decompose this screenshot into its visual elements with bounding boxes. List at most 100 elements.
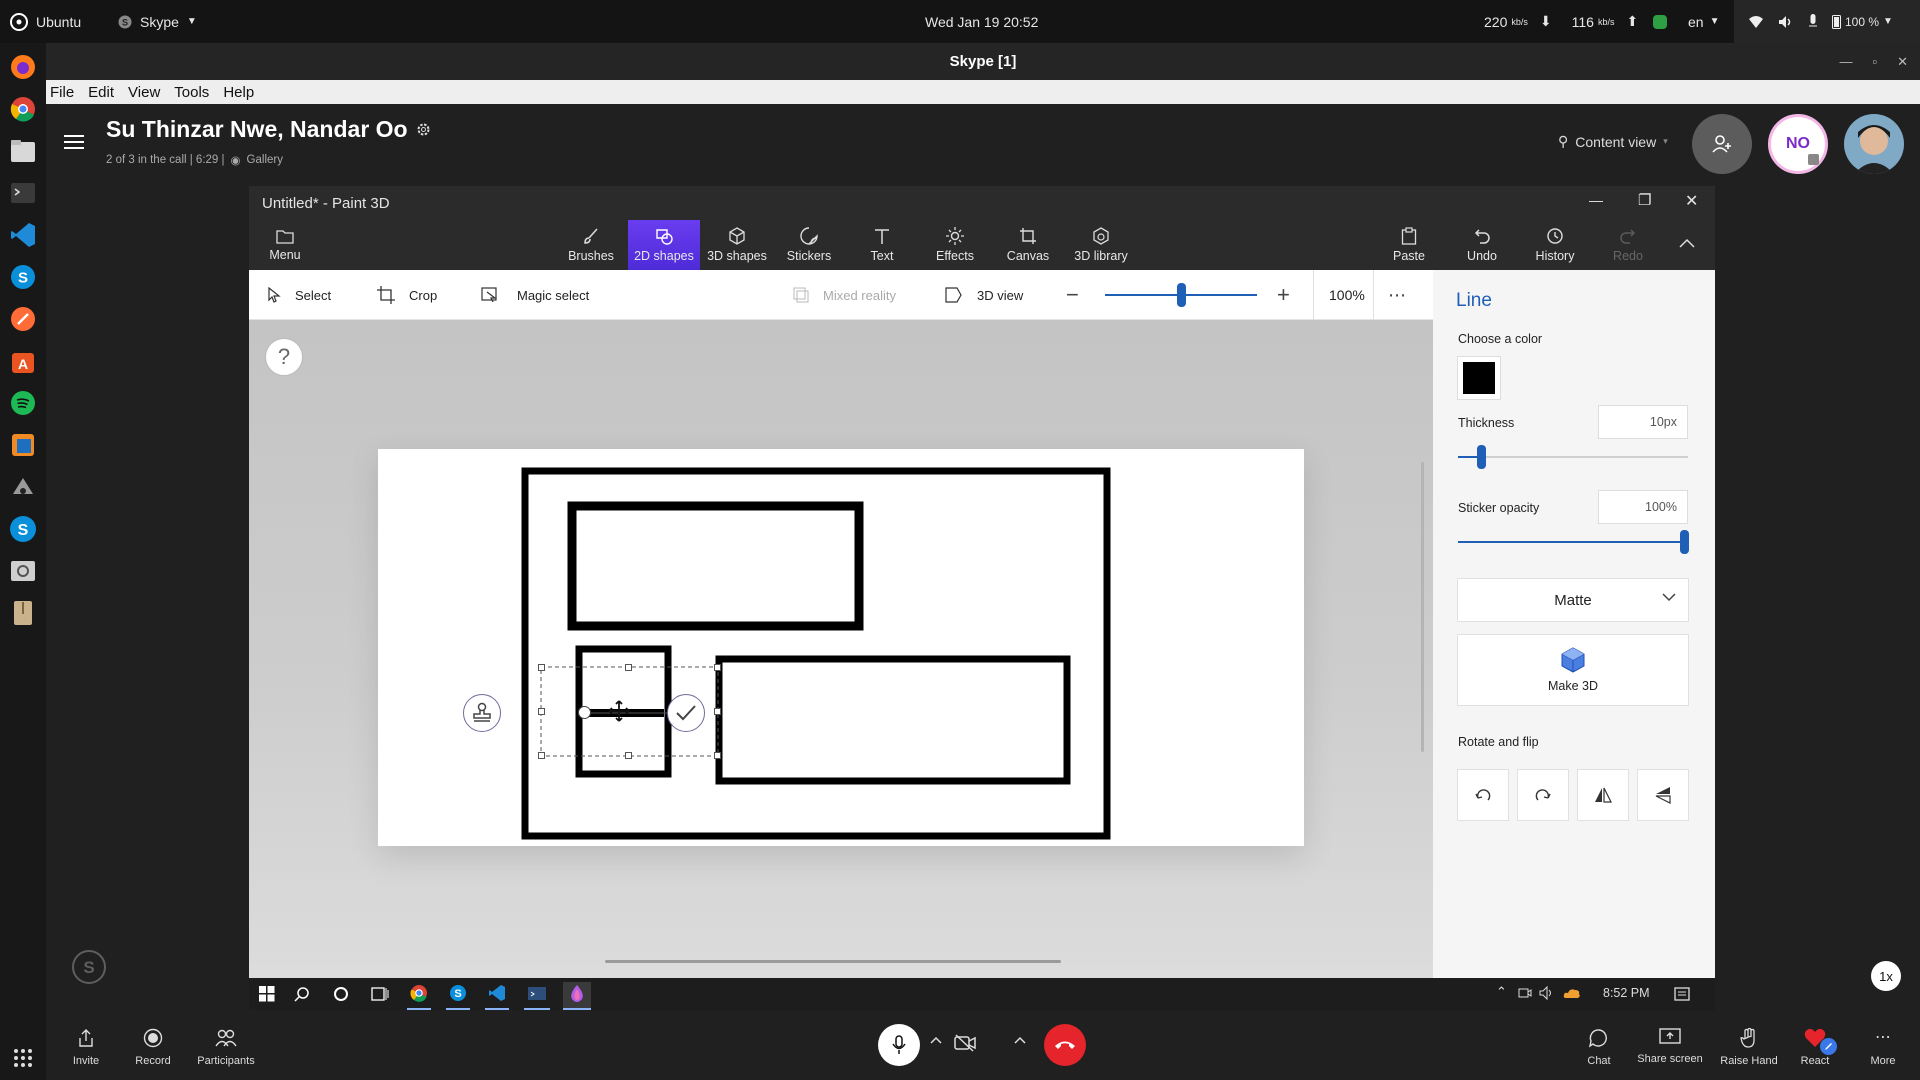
select-button[interactable]: Select (267, 270, 331, 320)
resize-handle[interactable] (538, 752, 545, 759)
vertical-scrollbar[interactable] (1421, 462, 1424, 752)
paste-button[interactable]: Paste (1373, 220, 1445, 270)
meet-now-icon[interactable] (1518, 986, 1532, 1000)
close-icon[interactable]: ✕ (1897, 54, 1908, 70)
zoom-level[interactable]: 100% (1329, 270, 1365, 320)
crop-button[interactable]: Crop (377, 270, 437, 320)
menu-edit[interactable]: Edit (88, 84, 114, 101)
postman-icon[interactable] (8, 304, 38, 334)
inkscape-icon[interactable] (8, 472, 38, 502)
help-button[interactable]: ? (265, 338, 303, 376)
menu-file[interactable]: File (50, 84, 74, 101)
tray-app-icon[interactable] (1652, 0, 1668, 43)
history-button[interactable]: History (1519, 220, 1591, 270)
resize-handle[interactable] (714, 664, 721, 671)
onedrive-icon[interactable] (1563, 987, 1581, 999)
system-menu[interactable]: 100 % ▼ (1734, 0, 1920, 43)
opacity-slider-thumb[interactable] (1680, 530, 1689, 554)
taskbar-terminal-icon[interactable] (524, 984, 550, 1010)
tool-effects[interactable]: Effects (919, 220, 991, 270)
resize-handle[interactable] (538, 708, 545, 715)
redo-button[interactable]: Redo (1592, 220, 1664, 270)
content-view-button[interactable]: ⚲ Content view ▾ (1558, 133, 1668, 150)
tool-3d-shapes[interactable]: 3D shapes (701, 220, 773, 270)
close-icon[interactable]: ✕ (1685, 191, 1698, 211)
drawing-canvas[interactable] (378, 449, 1304, 846)
vscode-icon[interactable] (8, 220, 38, 250)
notifications-icon[interactable] (1674, 986, 1690, 1002)
tool-brushes[interactable]: Brushes (555, 220, 627, 270)
terminal-icon[interactable] (8, 178, 38, 208)
zoom-slider-thumb[interactable] (1177, 283, 1186, 307)
tool-canvas[interactable]: Canvas (992, 220, 1064, 270)
share-screen-button[interactable]: Share screen (1632, 1028, 1708, 1065)
resize-handle[interactable] (714, 752, 721, 759)
menu-view[interactable]: View (128, 84, 160, 101)
skype-dock-icon[interactable]: S (8, 262, 38, 292)
record-button[interactable]: Record (123, 1028, 183, 1067)
restore-icon[interactable]: ▫ (1872, 54, 1877, 69)
make-3d-button[interactable]: Make 3D (1457, 634, 1689, 706)
undo-button[interactable]: Undo (1446, 220, 1518, 270)
maximize-icon[interactable]: ❐ (1638, 191, 1651, 209)
windows-start-icon[interactable] (259, 986, 275, 1002)
stamp-button[interactable] (463, 694, 501, 732)
tool-stickers[interactable]: Stickers (773, 220, 845, 270)
app-menu[interactable]: S Skype ▼ (118, 0, 197, 43)
rotate-right-button[interactable] (1517, 769, 1569, 821)
commit-button[interactable] (667, 694, 705, 732)
archive-icon[interactable] (8, 598, 38, 628)
settings-gear-icon[interactable] (416, 122, 431, 137)
tool-text[interactable]: Text (846, 220, 918, 270)
minimize-icon[interactable]: — (1589, 192, 1603, 208)
mixed-reality-button[interactable]: Mixed reality (793, 270, 896, 320)
end-call-button[interactable] (1044, 1024, 1086, 1066)
skype-running-icon[interactable]: S (8, 514, 38, 544)
rotate-left-button[interactable] (1457, 769, 1509, 821)
taskbar-clock[interactable]: 8:52 PM (1603, 986, 1650, 1000)
hamburger-menu-icon[interactable] (64, 134, 84, 150)
flip-vertical-button[interactable] (1637, 769, 1689, 821)
line-endpoint-handle[interactable] (578, 706, 591, 719)
playback-speed-badge[interactable]: 1x (1871, 961, 1901, 991)
zoom-in-button[interactable]: + (1277, 270, 1290, 320)
move-icon[interactable] (608, 700, 630, 722)
chrome-icon[interactable] (8, 94, 38, 124)
participants-button[interactable]: Participants (190, 1028, 262, 1067)
resize-handle[interactable] (714, 708, 721, 715)
speaker-icon[interactable] (1539, 986, 1555, 1000)
zoom-slider[interactable] (1105, 283, 1257, 307)
opacity-input[interactable]: 100% (1598, 490, 1688, 524)
show-hidden-icons-icon[interactable]: ⌃ (1496, 984, 1507, 1000)
tool-2d-shapes[interactable]: 2D shapes (628, 220, 700, 270)
chat-button[interactable]: Chat (1574, 1028, 1624, 1067)
color-picker-button[interactable] (1457, 356, 1501, 400)
taskbar-chrome-icon[interactable] (407, 984, 431, 1010)
menu-button[interactable]: Menu (249, 220, 321, 270)
mic-options-chevron-icon[interactable] (930, 1036, 942, 1044)
camera-options-chevron-icon[interactable] (1014, 1036, 1026, 1044)
thickness-slider[interactable] (1458, 445, 1688, 469)
virtualbox-icon[interactable] (8, 430, 38, 460)
firefox-icon[interactable] (8, 52, 38, 82)
mic-toggle-button[interactable] (878, 1024, 920, 1066)
react-button[interactable]: React (1790, 1028, 1840, 1067)
magic-select-button[interactable]: Magic select (481, 270, 589, 320)
cortana-icon[interactable] (333, 986, 349, 1002)
taskbar-skype-icon[interactable]: S (446, 984, 470, 1010)
resize-handle[interactable] (538, 664, 545, 671)
more-options-button[interactable]: ⋯ (1388, 270, 1406, 320)
files-icon[interactable] (8, 136, 38, 166)
menu-help[interactable]: Help (223, 84, 254, 101)
collapse-ribbon-icon[interactable] (1679, 238, 1695, 248)
finish-dropdown[interactable]: Matte (1457, 578, 1689, 622)
opacity-slider[interactable] (1458, 530, 1689, 554)
taskbar-paint3d-icon[interactable] (563, 982, 591, 1010)
zoom-out-button[interactable]: − (1066, 270, 1079, 320)
add-participant-button[interactable] (1692, 114, 1752, 174)
show-apps-icon[interactable] (8, 1043, 38, 1073)
3d-view-button[interactable]: 3D view (945, 270, 1023, 320)
resize-handle[interactable] (625, 752, 632, 759)
call-view-label[interactable]: Gallery (247, 154, 283, 166)
activities-button[interactable]: Ubuntu (10, 0, 81, 43)
